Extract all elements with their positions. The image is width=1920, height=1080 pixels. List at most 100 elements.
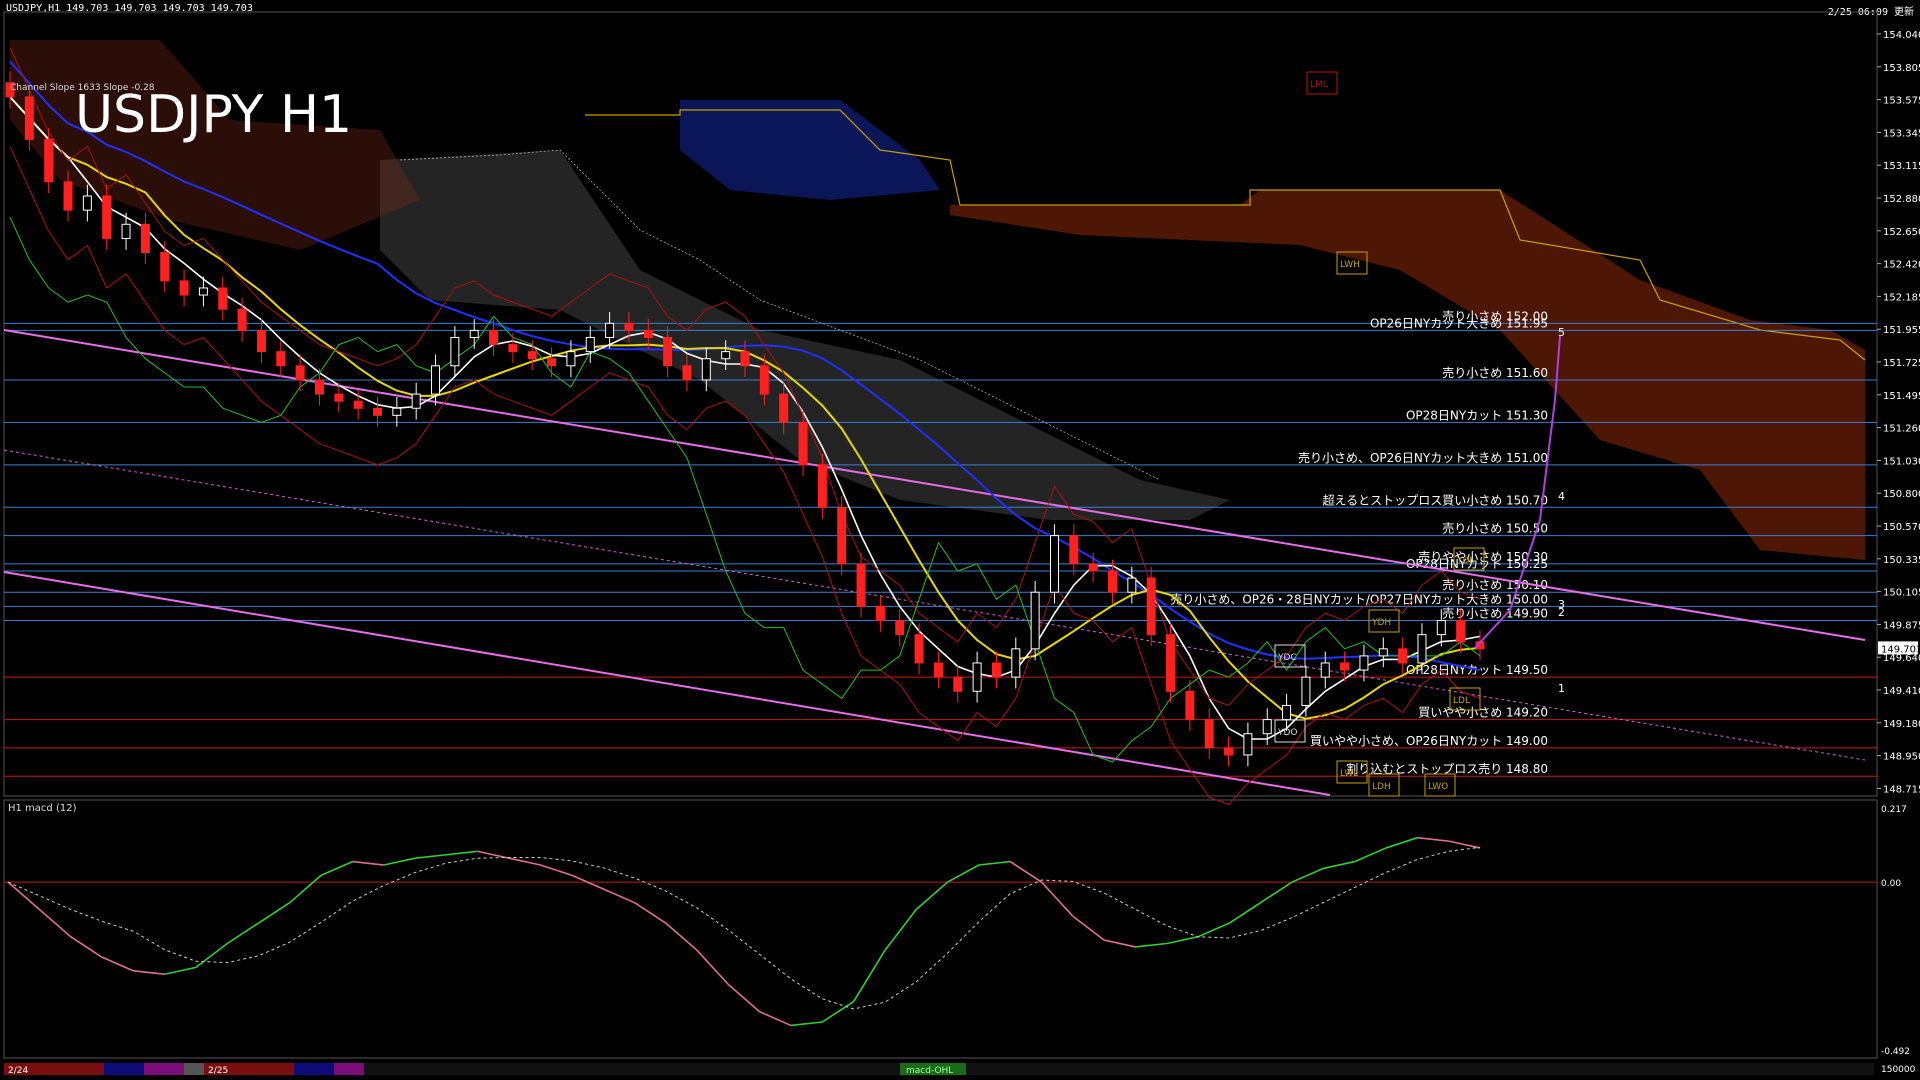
price-tick-label: 151.260 bbox=[1883, 424, 1920, 435]
macd-axis-zero: 0.00 bbox=[1881, 879, 1901, 889]
price-tick-label: 148.715 bbox=[1883, 784, 1920, 795]
price-tick-label: 149.875 bbox=[1883, 620, 1920, 631]
candle-body bbox=[24, 96, 34, 140]
price-tick-label: 153.115 bbox=[1883, 161, 1920, 172]
level-tag-label: YDL bbox=[1456, 556, 1474, 566]
level-tag-label: YDH bbox=[1371, 618, 1391, 628]
candle-body bbox=[160, 252, 170, 282]
candle-body bbox=[450, 336, 460, 367]
level-tag-label: LWH bbox=[1340, 260, 1360, 270]
candle-body bbox=[798, 421, 808, 466]
candle-body bbox=[605, 322, 615, 338]
candle-body bbox=[721, 351, 731, 360]
candle-body bbox=[198, 287, 208, 296]
macd-segment bbox=[226, 922, 259, 945]
macd-segment bbox=[70, 936, 103, 958]
candle-body bbox=[566, 351, 576, 367]
price-tick-label: 152.650 bbox=[1883, 227, 1920, 238]
macd-axis-top: 0.217 bbox=[1881, 805, 1907, 815]
macd-segment bbox=[1354, 847, 1387, 863]
price-tick-label: 151.955 bbox=[1883, 325, 1920, 336]
macd-signal bbox=[7, 846, 1481, 1010]
macd-segment bbox=[727, 983, 761, 1013]
session-strip bbox=[104, 1063, 144, 1075]
macd-segment bbox=[1323, 860, 1355, 870]
candle-body bbox=[140, 223, 150, 254]
level-tag-label: LML bbox=[1310, 80, 1328, 90]
session-strip bbox=[334, 1063, 364, 1075]
macd-segment bbox=[508, 857, 541, 866]
candle-body bbox=[585, 336, 595, 353]
candle-body bbox=[875, 605, 885, 622]
macd-segment bbox=[1072, 915, 1105, 941]
macd-segment bbox=[7, 881, 40, 910]
macd-segment bbox=[978, 860, 1011, 866]
macd-panel-frame bbox=[3, 799, 1878, 1059]
level-tag-label: YDO bbox=[1277, 728, 1298, 738]
bottom-value: 150000 bbox=[1881, 1065, 1916, 1075]
candle-body bbox=[411, 393, 421, 409]
candle-body bbox=[1243, 733, 1253, 756]
price-tick-label: 151.725 bbox=[1883, 358, 1920, 369]
channel-info: Channel Slope 1633 Slope -0.28 bbox=[10, 83, 155, 93]
price-tick-label: 153.805 bbox=[1883, 63, 1920, 74]
level-label: 売り小さめ 149.90 bbox=[1442, 606, 1548, 621]
macd-segment bbox=[915, 881, 949, 910]
level-tag-label: YDC bbox=[1277, 653, 1297, 663]
level-label: 売り小さめ 150.50 bbox=[1442, 521, 1548, 536]
candle-body bbox=[953, 676, 963, 692]
macd-segment bbox=[195, 942, 228, 969]
candle-body bbox=[643, 329, 653, 338]
macd-segment bbox=[1009, 860, 1042, 883]
candle-body bbox=[508, 344, 518, 353]
price-tick-label: 150.105 bbox=[1883, 588, 1920, 599]
chart-title: USDJPY H1 bbox=[75, 85, 352, 145]
candle-body bbox=[121, 223, 131, 239]
candle-body bbox=[1127, 577, 1137, 593]
macd-segment bbox=[947, 864, 980, 883]
candle-body bbox=[237, 308, 247, 331]
candle-body bbox=[469, 329, 479, 338]
chart-root: USDJPY,H1 149.703 149.703 149.703 149.70… bbox=[0, 0, 1920, 1080]
macd-segment bbox=[852, 949, 886, 1002]
candle-body bbox=[102, 195, 112, 239]
candle-body bbox=[933, 662, 943, 678]
macd-segment bbox=[415, 853, 447, 859]
price-tick-label: 151.495 bbox=[1883, 391, 1920, 402]
macd-segment bbox=[446, 850, 478, 856]
candle-body bbox=[334, 393, 344, 402]
candle-body bbox=[44, 138, 54, 183]
price-chart: 売り小さめ 152.00OP26日NYカット大きめ 151.95売り小さめ 15… bbox=[3, 11, 1920, 1076]
candle-body bbox=[392, 407, 402, 416]
candle-body bbox=[1069, 535, 1079, 565]
price-axis: 154.040 153.805 153.575 153.345 153.115 152.8… bbox=[1877, 30, 1920, 795]
price-tick-label: 153.345 bbox=[1883, 128, 1920, 139]
candle-body bbox=[489, 329, 499, 346]
candle-body bbox=[431, 365, 441, 395]
macd-segment bbox=[1448, 840, 1481, 849]
macd-segment bbox=[1040, 881, 1074, 917]
macd-segment bbox=[759, 1011, 792, 1027]
candle-body bbox=[295, 365, 305, 381]
price-tick-label: 152.420 bbox=[1883, 260, 1920, 271]
candle-body bbox=[1378, 648, 1388, 657]
candle-body bbox=[991, 662, 1001, 678]
candle-body bbox=[914, 634, 924, 664]
level-tag-label: LDL bbox=[1453, 696, 1470, 706]
bollinger-lower bbox=[9, 146, 1481, 806]
price-tick-label: 154.040 bbox=[1883, 30, 1920, 41]
macd-segment bbox=[289, 874, 322, 904]
projection-label: 2 bbox=[1558, 606, 1565, 619]
macd-segment bbox=[633, 901, 667, 924]
cloud-left bbox=[10, 40, 420, 250]
level-tag-label: LDH bbox=[1372, 782, 1391, 792]
candle-body bbox=[256, 329, 266, 353]
candle-body bbox=[1340, 662, 1350, 671]
candle-body bbox=[1185, 690, 1195, 721]
level-label: 超えるとストップロス買い小さめ 150.70 bbox=[1323, 492, 1548, 507]
macd-segment bbox=[696, 949, 729, 986]
projection-label: 1 bbox=[1558, 682, 1565, 695]
candle-body bbox=[624, 322, 634, 331]
price-tick-label: 151.030 bbox=[1883, 456, 1920, 467]
candle-body bbox=[1049, 535, 1059, 593]
